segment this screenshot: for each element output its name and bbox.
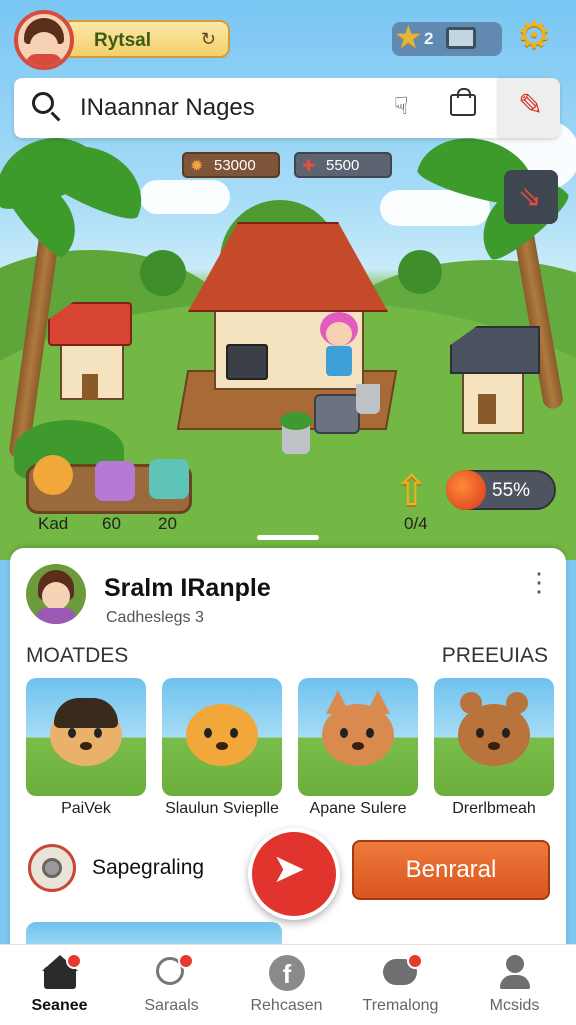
star-count: 2: [424, 29, 434, 48]
pet-card[interactable]: [26, 678, 146, 796]
main-hut-roof: [188, 222, 388, 312]
avatar[interactable]: [14, 10, 74, 70]
pet-card[interactable]: [434, 678, 554, 796]
nav-item-friends[interactable]: Tremalong: [343, 945, 458, 1025]
nav-label: Seanee: [31, 997, 88, 1014]
screen-icon: [446, 27, 476, 49]
chat-icon: [154, 953, 194, 991]
search-bar[interactable]: INaannar Nages ☟ ✎: [14, 78, 560, 138]
inventory-bar[interactable]: [26, 455, 192, 514]
pet-portrait: [322, 690, 394, 766]
cloud: [140, 180, 230, 214]
door: [82, 374, 98, 400]
plant-pot: [356, 384, 380, 414]
bottom-sheet: Sralm IRanple Cadheslegs 3 ⋮ MOATDES PRE…: [10, 548, 566, 952]
wood-resource[interactable]: ✹ 53000: [182, 152, 280, 178]
ability-icon[interactable]: [28, 844, 76, 892]
nav-label: Mcsids: [489, 997, 540, 1014]
friends-icon: [383, 953, 423, 991]
gear-icon[interactable]: ⚙: [514, 16, 554, 56]
inventory-label-1: Kad: [38, 514, 69, 533]
section-heading-right[interactable]: PREEUIAS: [442, 644, 548, 668]
search-input[interactable]: INaannar Nages: [80, 94, 255, 122]
player-name-pill[interactable]: Rytsal ↻: [62, 20, 230, 58]
avatar[interactable]: [26, 564, 86, 624]
nav-label: Saraals: [144, 997, 199, 1014]
nav-label: Tremalong: [362, 997, 439, 1014]
nav-item-home[interactable]: Seanee: [2, 945, 117, 1025]
profile-chip[interactable]: Rytsal ↻: [14, 10, 230, 70]
crate[interactable]: [226, 344, 268, 380]
main-action-button[interactable]: ➤: [248, 828, 340, 920]
lion-character-icon[interactable]: [33, 455, 73, 495]
player-name: Rytsal: [94, 30, 152, 51]
pet-portrait: [458, 692, 530, 766]
player-character[interactable]: [326, 322, 352, 346]
pet-name: Apane Sulere: [309, 800, 407, 817]
inventory-label-3: 20: [158, 514, 177, 533]
refresh-icon[interactable]: ↻: [201, 29, 216, 50]
ability-label[interactable]: Sapegraling: [92, 856, 204, 880]
robot-character-icon[interactable]: [95, 461, 135, 501]
tree: [398, 250, 442, 294]
star-counter[interactable]: ★ 2: [392, 19, 502, 56]
upgrade-count: 0/4: [404, 514, 428, 533]
pet-name: Drerlbmeah: [452, 800, 536, 817]
map-button[interactable]: ⇘: [504, 170, 558, 224]
pet-portrait: [50, 698, 122, 766]
door: [478, 394, 496, 424]
nav-item-profile[interactable]: Mcsids: [457, 945, 572, 1025]
home-icon: [42, 953, 82, 991]
pencil-icon: ✎: [518, 89, 544, 122]
hand-down-icon[interactable]: ☟: [394, 92, 409, 121]
plant: [280, 412, 312, 430]
gem-resource[interactable]: ✚ 5500: [294, 152, 392, 178]
wood-icon: ✹: [190, 158, 204, 175]
send-icon: ➤: [272, 847, 306, 891]
gem-count: 5500: [326, 157, 360, 174]
tree: [140, 250, 186, 296]
wood-count: 53000: [214, 157, 256, 174]
bag-character-icon[interactable]: [149, 459, 189, 499]
pet-portrait: [186, 704, 258, 766]
bag-icon[interactable]: [450, 88, 476, 116]
map-icon: ⇘: [518, 181, 542, 212]
inventory-label-2: 60: [102, 514, 121, 533]
player-body: [326, 346, 352, 376]
search-icon[interactable]: [32, 92, 54, 114]
sheet-handle[interactable]: [257, 535, 319, 540]
upgrade-arrow-icon[interactable]: ⇧: [394, 466, 429, 515]
progress-percent: 55%: [492, 480, 531, 501]
fire-icon: [446, 470, 486, 510]
pet-card[interactable]: [298, 678, 418, 796]
plus-icon: ✚: [302, 158, 316, 175]
pet-name: PaiVek: [61, 800, 111, 817]
vehicle[interactable]: [314, 394, 360, 434]
sheet-subtitle: Cadheslegs 3: [106, 609, 204, 626]
profile-icon: [497, 955, 533, 991]
pet-name: Slaulun Svieplle: [165, 800, 279, 817]
star-icon: ★: [394, 19, 423, 55]
primary-button[interactable]: Benraral: [352, 840, 550, 900]
sheet-title: Sralm IRanple: [104, 574, 271, 602]
progress-pill[interactable]: 55%: [446, 470, 556, 510]
nav-label: Rehcasen: [250, 997, 323, 1014]
edit-button[interactable]: ✎: [498, 78, 560, 138]
nav-item-facebook[interactable]: f Rehcasen: [229, 945, 344, 1025]
nav-item-chat[interactable]: Saraals: [114, 945, 229, 1025]
pet-card[interactable]: [162, 678, 282, 796]
more-vertical-icon[interactable]: ⋮: [526, 569, 552, 595]
bottom-nav: Seanee Saraals f Rehcasen Tremalong Mcsi…: [0, 944, 576, 1025]
section-heading-left: MOATDES: [26, 644, 129, 667]
game-scene[interactable]: Rytsal ↻ ★ 2 ⚙ INaannar Nages ☟ ✎ ✹ 5300…: [0, 0, 576, 560]
facebook-icon: f: [269, 955, 305, 991]
